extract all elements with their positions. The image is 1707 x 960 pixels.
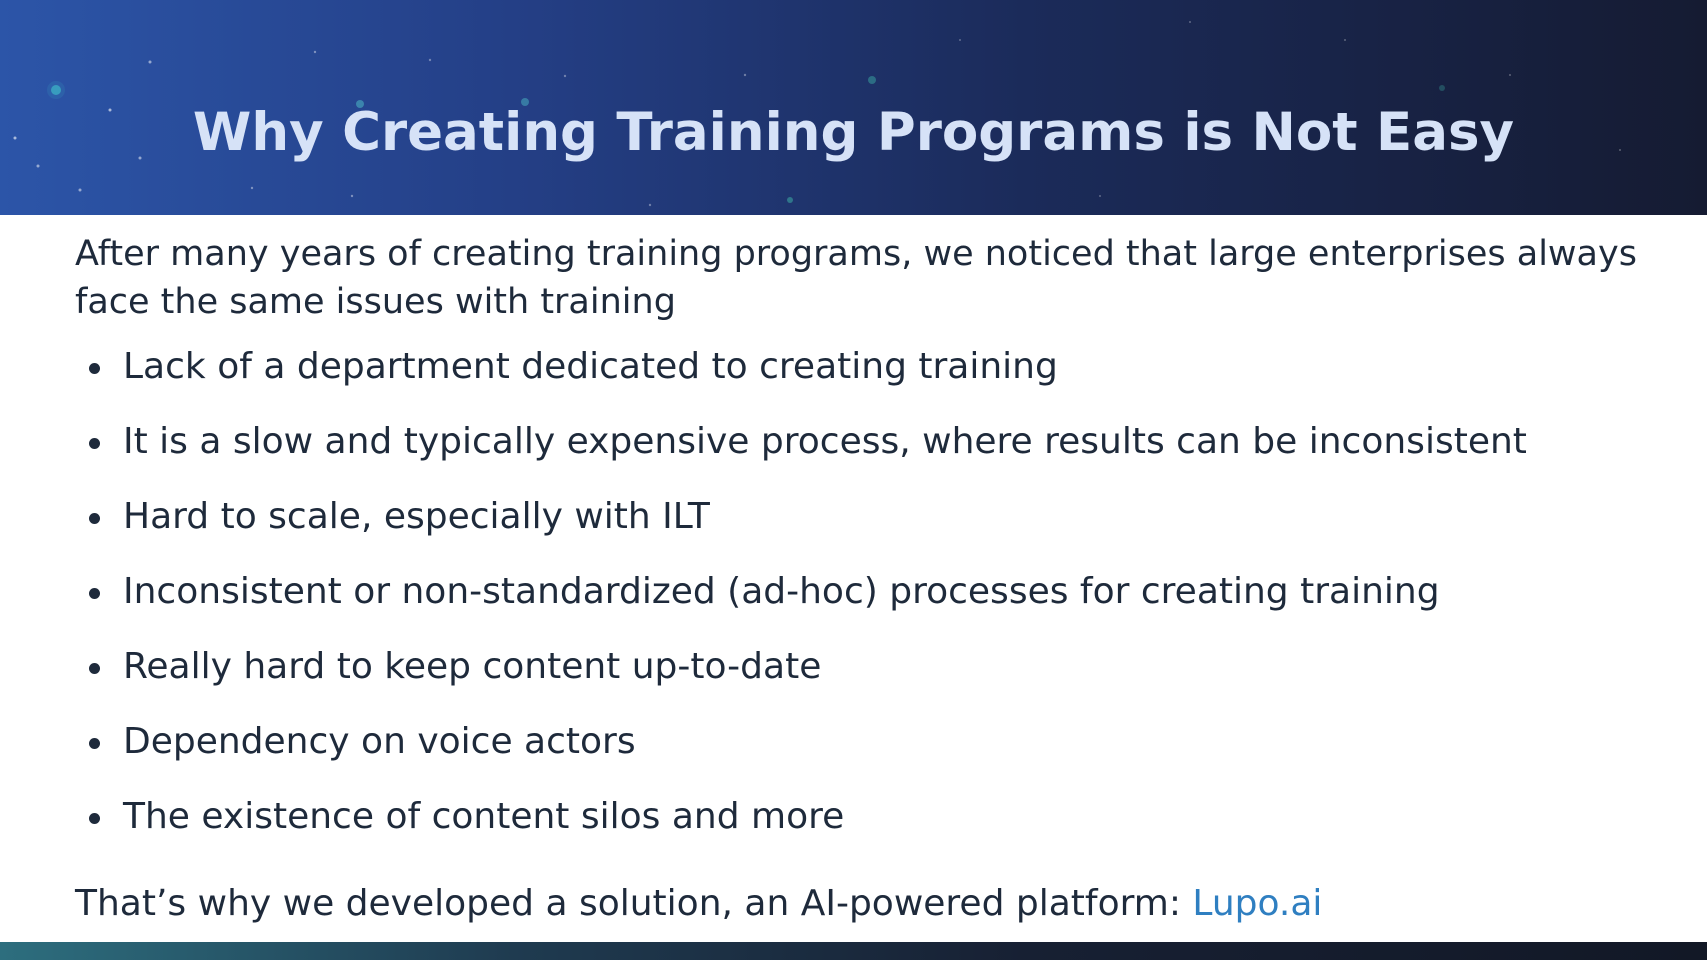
bullet-dot-icon (89, 588, 100, 599)
list-item: Dependency on voice actors (75, 721, 1655, 802)
list-item-text: Dependency on voice actors (123, 721, 636, 762)
footer-bar (0, 942, 1707, 960)
list-item-text: Hard to scale, especially with ILT (123, 496, 710, 537)
bullet-dot-icon (89, 513, 100, 524)
slide-title: Why Creating Training Programs is Not Ea… (192, 102, 1515, 163)
lupo-ai-link[interactable]: Lupo.ai (1192, 883, 1322, 924)
intro-paragraph: After many years of creating training pr… (75, 234, 1637, 322)
list-item: Really hard to keep content up-to-date (75, 646, 1655, 727)
list-item-text: Really hard to keep content up-to-date (123, 646, 822, 687)
bullet-dot-icon (89, 738, 100, 749)
slide: Why Creating Training Programs is Not Ea… (0, 0, 1707, 960)
list-item-text: It is a slow and typically expensive pro… (123, 421, 1527, 462)
issues-list: Lack of a department dedicated to creati… (75, 346, 1655, 877)
bullet-dot-icon (89, 813, 100, 824)
closing-statement: That’s why we developed a solution, an A… (75, 880, 1322, 928)
list-item-text: The existence of content silos and more (123, 796, 845, 837)
closing-text: That’s why we developed a solution, an A… (75, 883, 1193, 924)
slide-content: After many years of creating training pr… (75, 230, 1655, 924)
list-item: Inconsistent or non-standardized (ad-hoc… (75, 571, 1655, 652)
list-item-text: Inconsistent or non-standardized (ad-hoc… (123, 571, 1440, 612)
list-item: Hard to scale, especially with ILT (75, 496, 1655, 577)
list-item: It is a slow and typically expensive pro… (75, 421, 1655, 502)
bullet-dot-icon (89, 363, 100, 374)
bullet-dot-icon (89, 438, 100, 449)
list-item-text: Lack of a department dedicated to creati… (123, 346, 1058, 387)
bullet-dot-icon (89, 663, 100, 674)
list-item: The existence of content silos and more (75, 796, 1655, 877)
header-banner: Why Creating Training Programs is Not Ea… (0, 0, 1707, 215)
list-item: Lack of a department dedicated to creati… (75, 346, 1655, 427)
